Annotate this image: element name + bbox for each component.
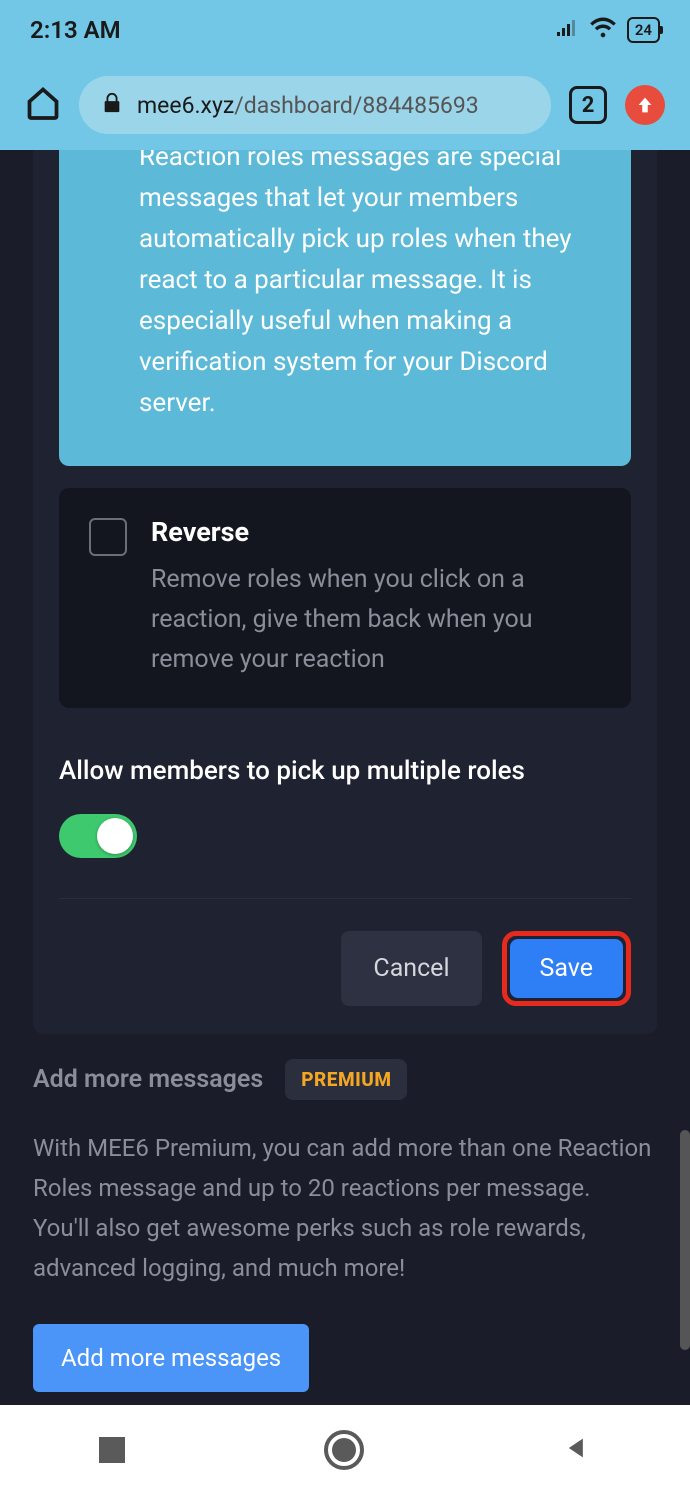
add-more-messages-title: Add more messages [33,1065,263,1094]
cancel-button[interactable]: Cancel [341,931,481,1006]
nav-home-icon[interactable] [324,1430,364,1470]
info-box: Reaction roles messages are special mess… [59,150,631,466]
battery-icon: 24 [627,17,660,43]
premium-header: Add more messages PREMIUM [33,1059,657,1100]
allow-multiple-label: Allow members to pick up multiple roles [59,756,631,786]
divider [59,898,631,899]
scrollbar[interactable] [680,1130,690,1350]
nav-bar [0,1405,690,1495]
home-icon[interactable] [25,85,61,125]
reverse-checkbox[interactable] [89,518,127,556]
premium-badge: PREMIUM [285,1059,407,1100]
premium-description: With MEE6 Premium, you can add more than… [33,1128,657,1288]
status-time: 2:13 AM [30,16,121,44]
tabs-button[interactable]: 2 [569,86,607,124]
url-text: mee6.xyz/dashboard/884485693 [137,92,479,119]
reverse-description: Remove roles when you click on a reactio… [151,560,601,680]
browser-bar: mee6.xyz/dashboard/884485693 2 [0,60,690,150]
save-button[interactable]: Save [510,939,623,998]
info-text: Reaction roles messages are special mess… [139,150,591,424]
allow-multiple-toggle[interactable] [59,814,137,858]
wifi-icon [589,14,617,46]
save-button-highlight: Save [502,931,631,1006]
reverse-content: Reverse Remove roles when you click on a… [151,516,601,680]
page-content: Reaction roles messages are special mess… [0,150,690,1405]
status-bar: 2:13 AM 24 [0,0,690,60]
update-icon[interactable] [625,85,665,125]
nav-recent-icon[interactable] [99,1437,125,1463]
lock-icon [101,92,123,118]
signal-icon [555,16,579,44]
url-bar[interactable]: mee6.xyz/dashboard/884485693 [79,76,551,134]
nav-back-icon[interactable] [563,1434,591,1466]
reverse-title: Reverse [151,516,601,548]
toggle-knob [97,818,133,854]
status-icons: 24 [555,14,660,46]
button-row: Cancel Save [59,931,631,1006]
reverse-option: Reverse Remove roles when you click on a… [59,488,631,708]
add-more-messages-button[interactable]: Add more messages [33,1324,309,1392]
settings-card: Reaction roles messages are special mess… [33,150,657,1034]
